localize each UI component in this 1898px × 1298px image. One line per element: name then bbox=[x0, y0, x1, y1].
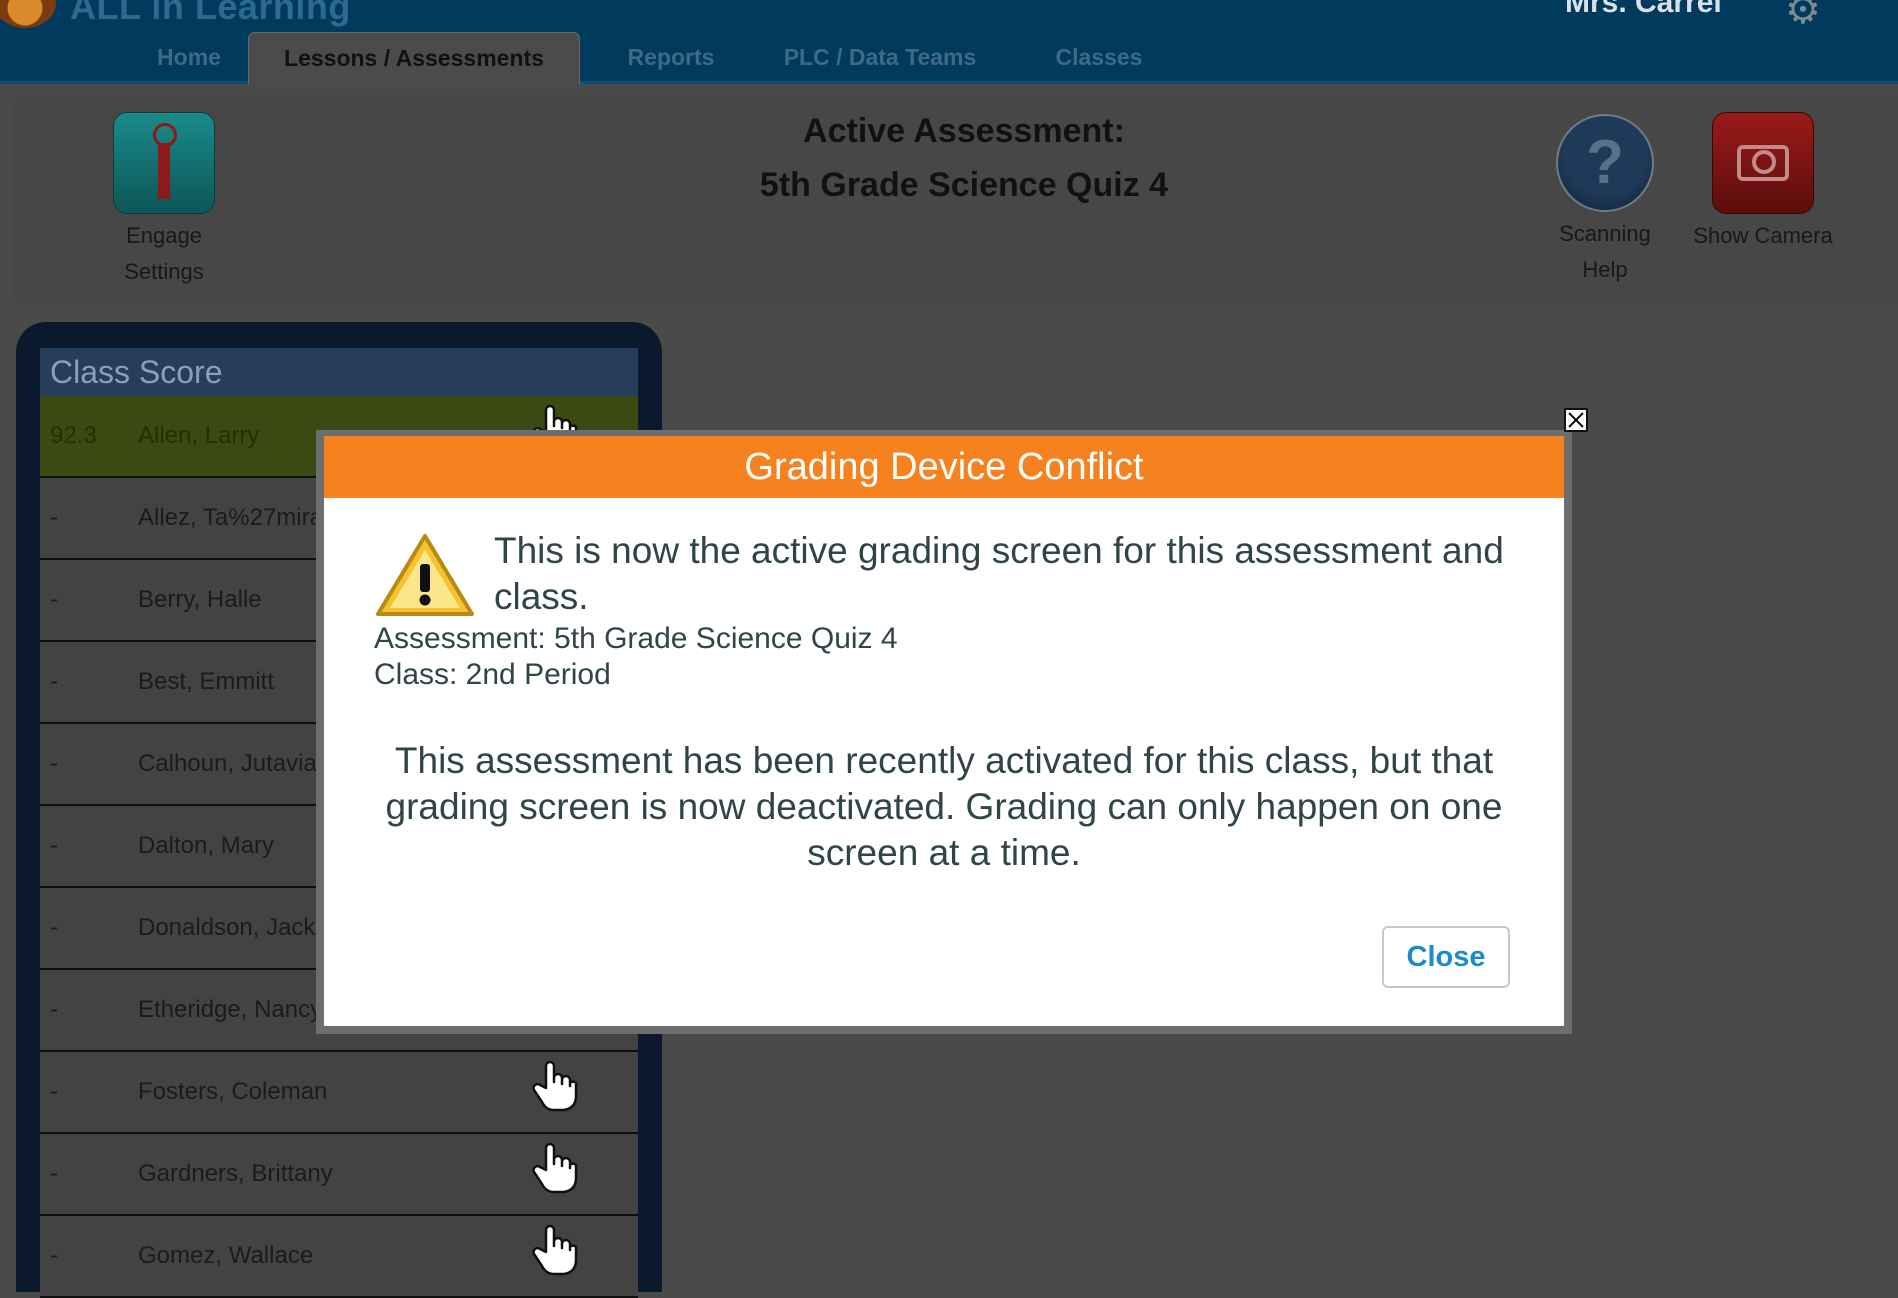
gear-icon[interactable]: ⚙ bbox=[1785, 0, 1821, 30]
grade-hand-icon[interactable] bbox=[530, 1142, 578, 1201]
tab-lessons-assessments[interactable]: Lessons / Assessments bbox=[248, 32, 580, 84]
dialog-assessment-line: Assessment: 5th Grade Science Quiz 4 bbox=[374, 622, 898, 655]
warning-icon bbox=[374, 532, 476, 623]
dialog-title: Grading Device Conflict bbox=[324, 436, 1564, 498]
app-logo[interactable] bbox=[0, 0, 56, 28]
engage-label-line1: Engage bbox=[126, 223, 202, 248]
active-assessment-title: Active Assessment: 5th Grade Science Qui… bbox=[620, 104, 1308, 212]
engage-settings-button[interactable]: Engage Settings bbox=[104, 112, 224, 290]
student-score: - bbox=[50, 750, 58, 777]
student-row[interactable]: - Gardners, Brittany bbox=[40, 1134, 638, 1216]
student-score: - bbox=[50, 586, 58, 613]
student-score: - bbox=[50, 832, 58, 859]
engage-icon bbox=[113, 112, 215, 214]
active-assessment-label: Active Assessment: bbox=[803, 112, 1125, 150]
brand-name: ALL in Learning bbox=[70, 0, 351, 27]
student-name: Allez, Ta%27mira bbox=[138, 504, 323, 531]
student-score: - bbox=[50, 1242, 58, 1269]
scanning-help-button[interactable]: ? Scanning Help bbox=[1540, 114, 1670, 288]
question-mark-icon: ? bbox=[1556, 114, 1654, 212]
student-score: - bbox=[50, 1160, 58, 1187]
grading-conflict-dialog: Grading Device Conflict This is now the … bbox=[324, 436, 1564, 1026]
camera-icon bbox=[1712, 112, 1814, 214]
student-row[interactable]: - Fosters, Coleman bbox=[40, 1052, 638, 1134]
student-name: Berry, Halle bbox=[138, 586, 262, 613]
scanning-help-label-line1: Scanning bbox=[1559, 221, 1651, 246]
student-name: Allen, Larry bbox=[138, 422, 260, 449]
student-score: - bbox=[50, 996, 58, 1023]
student-name: Gomez, Wallace bbox=[138, 1242, 314, 1269]
student-score: - bbox=[50, 504, 58, 531]
dialog-close-icon[interactable] bbox=[1564, 408, 1588, 432]
student-score: - bbox=[50, 914, 58, 941]
close-button[interactable]: Close bbox=[1382, 926, 1510, 988]
student-name: Calhoun, Jutavia bbox=[138, 750, 317, 777]
show-camera-label: Show Camera bbox=[1693, 223, 1833, 248]
grade-hand-icon[interactable] bbox=[530, 1060, 578, 1119]
student-score: - bbox=[50, 1078, 58, 1105]
tab-plc-data-teams[interactable]: PLC / Data Teams bbox=[760, 32, 1000, 84]
class-score-title: Class Score bbox=[40, 348, 638, 396]
user-name[interactable]: Mrs. Carrel bbox=[1565, 0, 1722, 20]
tab-classes[interactable]: Classes bbox=[1024, 32, 1174, 84]
dialog-class-line: Class: 2nd Period bbox=[374, 658, 611, 691]
show-camera-button[interactable]: Show Camera bbox=[1690, 112, 1836, 254]
student-name: Fosters, Coleman bbox=[138, 1078, 328, 1105]
tab-reports[interactable]: Reports bbox=[606, 32, 736, 84]
student-name: Etheridge, Nancy bbox=[138, 996, 323, 1023]
student-name: Donaldson, Jack bbox=[138, 914, 316, 941]
dialog-body-message: This assessment has been recently activa… bbox=[385, 740, 1503, 873]
grade-hand-icon[interactable] bbox=[530, 1224, 578, 1283]
scanning-help-label-line2: Help bbox=[1582, 257, 1628, 282]
engage-label-line2: Settings bbox=[124, 259, 204, 284]
student-name: Gardners, Brittany bbox=[138, 1160, 333, 1187]
student-name: Best, Emmitt bbox=[138, 668, 275, 695]
top-header: ALL in Learning Mrs. Carrel ⚙ Home Lesso… bbox=[0, 0, 1898, 84]
tab-home[interactable]: Home bbox=[128, 32, 250, 84]
assessment-name: 5th Grade Science Quiz 4 bbox=[759, 166, 1169, 204]
student-name: Dalton, Mary bbox=[138, 832, 275, 859]
student-score: - bbox=[50, 668, 58, 695]
student-score: 92.3 bbox=[50, 422, 97, 449]
student-row[interactable]: - Gomez, Wallace bbox=[40, 1216, 638, 1298]
dialog-main-message: This is now the active grading screen fo… bbox=[494, 530, 1504, 617]
